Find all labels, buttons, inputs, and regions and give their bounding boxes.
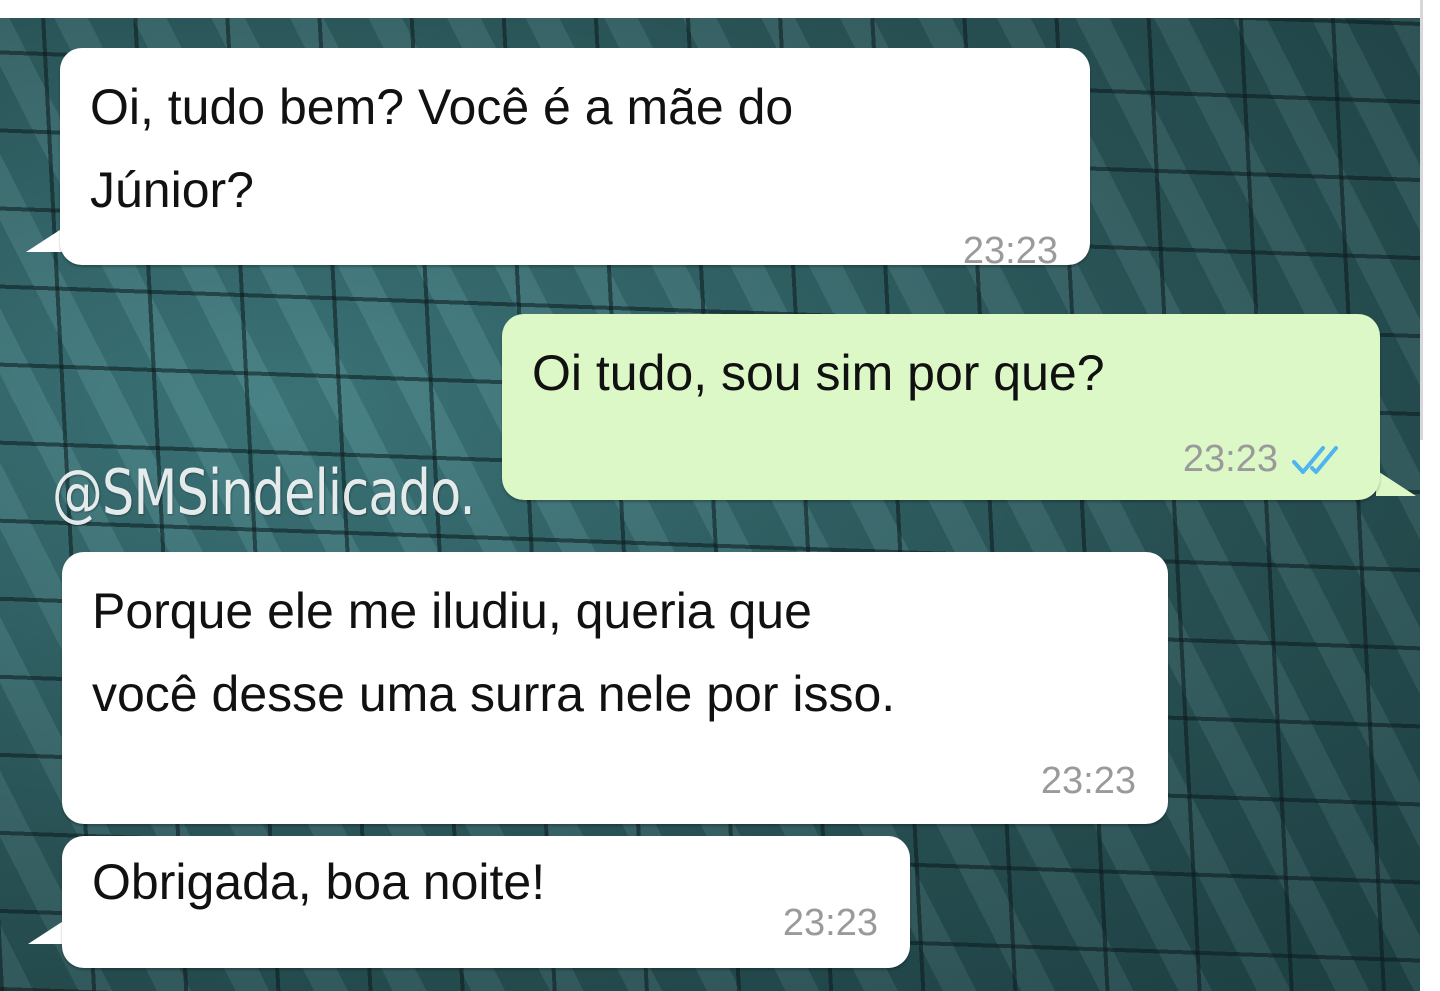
message-bubble-outgoing[interactable]: Oi tudo, sou sim por que? 23:23 [502, 314, 1380, 500]
message-timestamp: 23:23 [1182, 438, 1278, 480]
watermark: @SMSindelicado. [52, 456, 476, 529]
scrollbar-thumb[interactable] [1420, 0, 1423, 440]
read-double-check-icon [1292, 446, 1338, 474]
message-bubble-incoming[interactable]: Porque ele me iludiu, queria que você de… [62, 552, 1168, 824]
message-bubble-incoming[interactable]: Oi, tudo bem? Você é a mãe do Júnior? 23… [60, 48, 1090, 272]
message-text: Obrigada, boa noite! [92, 854, 546, 910]
message-bubble-incoming[interactable]: Obrigada, boa noite! 23:23 [62, 836, 910, 968]
scrollbar[interactable] [1420, 0, 1440, 991]
message-timestamp: 23:23 [1040, 760, 1136, 802]
chat-background: Oi, tudo bem? Você é a mãe do Júnior? 23… [0, 18, 1420, 991]
message-timestamp: 23:23 [782, 902, 878, 944]
message-text: Oi, tudo bem? Você é a mãe do Júnior? [90, 79, 794, 218]
bubble-tail [1376, 470, 1416, 496]
message-text: Porque ele me iludiu, queria que você de… [92, 583, 896, 722]
message-timestamp: 23:23 [962, 230, 1058, 272]
message-text: Oi tudo, sou sim por que? [532, 345, 1105, 401]
